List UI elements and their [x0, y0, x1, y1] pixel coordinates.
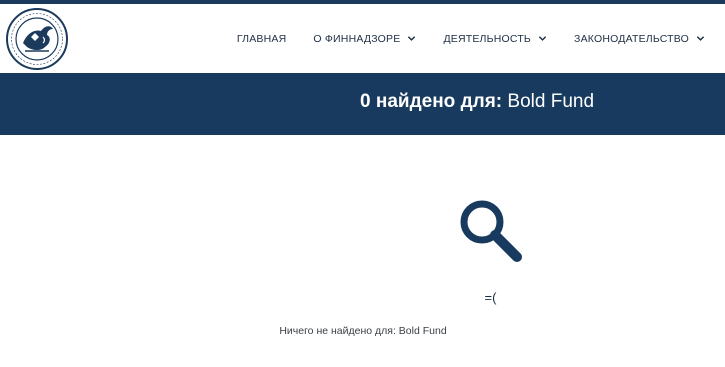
chevron-down-icon: [696, 36, 705, 41]
search-query: Bold Fund: [507, 91, 595, 112]
site-logo[interactable]: [5, 7, 69, 71]
site-header: ГЛАВНАЯ О ФИННАДЗОРЕ ДЕЯТЕЛЬНОСТЬ ЗАКОНО…: [0, 4, 725, 73]
found-for-label: найдено для:: [375, 91, 503, 112]
nav-item-activity[interactable]: ДЕЯТЕЛЬНОСТЬ: [443, 33, 547, 45]
nav-item-home[interactable]: ГЛАВНАЯ: [237, 33, 287, 45]
nav-item-label: ГЛАВНАЯ: [236, 32, 287, 45]
result-count: 0: [360, 91, 371, 112]
nav-item-label: ДЕЯТЕЛЬНОСТЬ: [443, 32, 532, 45]
nav-item-label: ЗАКОНОДАТЕЛЬСТВО: [574, 32, 689, 45]
no-results-message: Ничего не найдено для: Bold Fund: [279, 325, 447, 337]
chevron-down-icon: [538, 36, 547, 41]
page-title-banner: 0 найдено для: Bold Fund: [0, 73, 725, 135]
nav-item-legislation[interactable]: ЗАКОНОДАТЕЛЬСТВО: [574, 33, 705, 45]
nav-item-about[interactable]: О ФИННАДЗОРЕ: [313, 33, 416, 45]
emblem-logo-icon: [6, 8, 68, 70]
search-icon: [460, 200, 522, 262]
main-nav: ГЛАВНАЯ О ФИННАДЗОРЕ ДЕЯТЕЛЬНОСТЬ ЗАКОНО…: [237, 4, 705, 73]
sad-emoticon: =(: [484, 290, 497, 305]
chevron-down-icon: [408, 36, 416, 41]
search-results: =( Ничего не найдено для: Bold Fund: [0, 135, 725, 367]
nav-item-label: О ФИННАДЗОРЕ: [313, 32, 401, 45]
page-title: 0 найдено для: Bold Fund: [0, 91, 725, 113]
